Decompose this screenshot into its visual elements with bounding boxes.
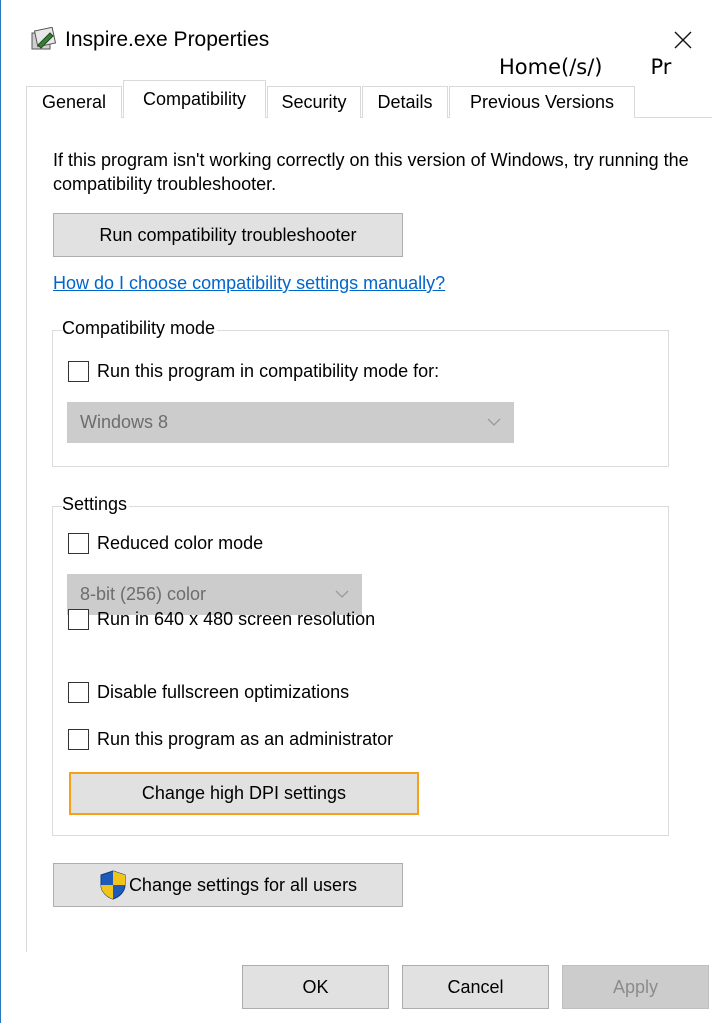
fullscreen-label: Disable fullscreen optimizations bbox=[97, 682, 350, 702]
compat-os-value: Windows 8 bbox=[80, 412, 169, 432]
settings-legend: Settings bbox=[62, 494, 130, 515]
admin-checkbox[interactable] bbox=[68, 729, 89, 750]
apply-button[interactable]: Apply bbox=[562, 965, 709, 1009]
compat-mode-group bbox=[52, 330, 669, 467]
res640-label: Run in 640 x 480 screen resolution bbox=[97, 609, 376, 629]
compat-mode-checkbox[interactable] bbox=[68, 361, 89, 382]
properties-window: Inspire.exe Properties Home(/s/) Pr Gener… bbox=[0, 0, 712, 1023]
cancel-button[interactable]: Cancel bbox=[402, 965, 549, 1009]
compat-mode-row[interactable]: Run this program in compatibility mode f… bbox=[68, 361, 439, 382]
admin-row[interactable]: Run this program as an administrator bbox=[68, 729, 393, 750]
crumb-home[interactable]: Home(/s/) bbox=[499, 55, 603, 79]
crumb-partial[interactable]: Pr bbox=[651, 55, 672, 79]
reduced-color-label: Reduced color mode bbox=[97, 533, 264, 553]
overlay-breadcrumb: Home(/s/) Pr bbox=[499, 55, 712, 79]
compat-mode-label: Run this program in compatibility mode f… bbox=[97, 361, 440, 381]
intro-text: If this program isn't working correctly … bbox=[53, 150, 689, 194]
close-icon bbox=[674, 31, 692, 49]
tab-compatibility[interactable]: Compatibility bbox=[123, 80, 266, 118]
title-bar[interactable]: Inspire.exe Properties Home(/s/) Pr bbox=[1, 0, 712, 80]
color-depth-value: 8-bit (256) color bbox=[80, 584, 207, 604]
program-icon bbox=[30, 26, 57, 51]
res640-checkbox[interactable] bbox=[68, 609, 89, 630]
chevron-down-icon bbox=[335, 590, 349, 598]
chevron-down-icon bbox=[487, 418, 501, 426]
close-button[interactable] bbox=[665, 22, 701, 58]
admin-label: Run this program as an administrator bbox=[97, 729, 394, 749]
ok-button[interactable]: OK bbox=[242, 965, 389, 1009]
tab-previous-versions[interactable]: Previous Versions bbox=[449, 86, 635, 118]
compat-os-select[interactable]: Windows 8 bbox=[67, 402, 514, 443]
tab-security[interactable]: Security bbox=[267, 86, 361, 118]
change-high-dpi-button[interactable]: Change high DPI settings bbox=[69, 772, 419, 815]
change-all-users-button[interactable]: Change settings for all users bbox=[53, 863, 403, 907]
fullscreen-checkbox[interactable] bbox=[68, 682, 89, 703]
window-title: Inspire.exe Properties bbox=[65, 28, 270, 51]
manual-settings-link[interactable]: How do I choose compatibility settings m… bbox=[53, 273, 445, 294]
tab-general[interactable]: General bbox=[26, 86, 122, 118]
reduced-color-checkbox[interactable] bbox=[68, 533, 89, 554]
compat-mode-legend: Compatibility mode bbox=[62, 318, 218, 339]
reduced-color-row[interactable]: Reduced color mode bbox=[68, 533, 263, 554]
uac-shield-icon bbox=[100, 870, 126, 900]
run-troubleshooter-button[interactable]: Run compatibility troubleshooter bbox=[53, 213, 403, 257]
all-users-label: Change settings for all users bbox=[128, 874, 358, 895]
tab-details[interactable]: Details bbox=[362, 86, 448, 118]
fullscreen-row[interactable]: Disable fullscreen optimizations bbox=[68, 682, 349, 703]
res640-row[interactable]: Run in 640 x 480 screen resolution bbox=[68, 609, 375, 630]
